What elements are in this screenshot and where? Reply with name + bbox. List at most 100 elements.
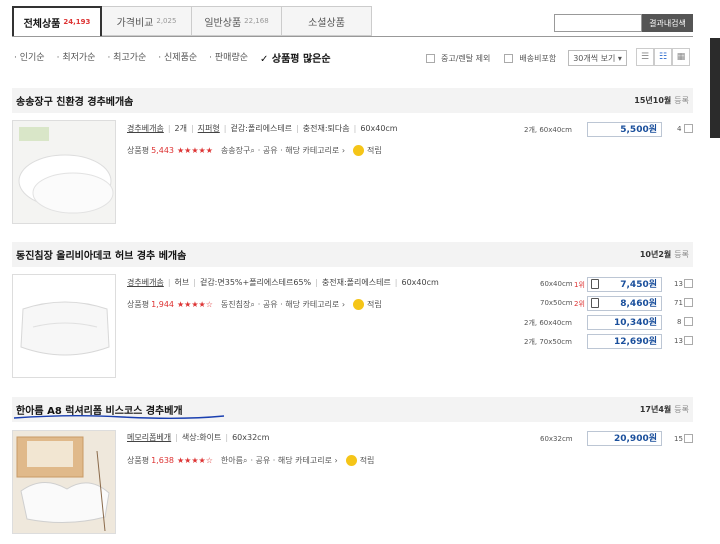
used-exclude-label: 중고/렌탈 제외 <box>441 53 491 63</box>
review-count[interactable]: 5,443 <box>151 146 174 155</box>
product-specs: 메모리폼베개 | 색상:화이트 | 60x32cm <box>127 433 270 442</box>
price-option: 2개, 60x40cm <box>524 126 572 134</box>
product-thumbnail[interactable] <box>12 274 116 378</box>
search-icon[interactable]: ⌕ <box>243 456 247 466</box>
spec: 60x40cm <box>360 124 398 133</box>
product-title[interactable]: 동진침장 올리비아데코 허브 경추 베개솜 <box>16 247 186 262</box>
product-header: 동진침장 올리비아데코 허브 경추 베개솜 10년2월 등록 <box>12 242 693 267</box>
star-rating: ★★★★☆ <box>177 456 213 465</box>
product-review-row: 상품평 1,638 ★★★★☆ 한아름 ⌕ · 공유 · 해당 카테고리로 › 적립 <box>127 455 374 466</box>
spec: 허브 <box>174 278 190 287</box>
price-option: 2개, 70x50cm <box>524 338 572 346</box>
review-count[interactable]: 1,944 <box>151 300 174 309</box>
point-icon <box>353 145 365 156</box>
product-date: 15년10월 등록 <box>634 96 689 105</box>
used-exclude-checkbox[interactable] <box>426 53 435 63</box>
compare-checkbox[interactable] <box>684 124 693 133</box>
sort-highest[interactable]: · 최고가순 <box>107 50 146 65</box>
grid-view-icon[interactable]: ▦ <box>672 48 690 66</box>
side-banner-edge <box>710 0 720 240</box>
search-input[interactable] <box>554 14 642 32</box>
product-thumbnail[interactable] <box>12 120 116 224</box>
seller-count: 15 <box>674 435 683 443</box>
detail-list-view-icon[interactable]: ☷ <box>654 48 672 66</box>
point-icon <box>345 455 357 466</box>
seller-count: 13 <box>674 337 683 345</box>
price-box[interactable]: 8,460원 <box>587 296 662 311</box>
search-icon[interactable]: ⌕ <box>250 300 254 310</box>
search-icon[interactable]: ⌕ <box>250 146 254 156</box>
point-label: 적립 <box>367 146 382 155</box>
category-tabs: 전체상품 24,193 가격비교 2,025 일반상품 22,168 소셜상품 <box>12 6 372 36</box>
product-thumbnail[interactable] <box>12 430 116 534</box>
price-box[interactable]: 5,500원 <box>587 122 662 137</box>
price-box[interactable]: 7,450원 <box>587 277 662 292</box>
spec: 겉감:면35%+폴리에스테르65% <box>199 278 312 287</box>
seller-count: 8 <box>677 318 682 326</box>
point-label: 적립 <box>367 300 382 309</box>
compare-checkbox[interactable] <box>684 434 693 443</box>
per-page-select[interactable]: 30개씩 보기 ▾ <box>568 50 627 66</box>
tab-social[interactable]: 소셜상품 <box>282 6 372 36</box>
shipping-include-checkbox[interactable] <box>504 53 514 63</box>
compare-checkbox[interactable] <box>684 317 693 326</box>
pillow-image <box>13 431 115 533</box>
product-date: 10년2월 등록 <box>639 250 689 259</box>
tab-all[interactable]: 전체상품 24,193 <box>12 6 102 36</box>
price-box[interactable]: 10,340원 <box>587 315 662 330</box>
tab-compare[interactable]: 가격비교 2,025 <box>102 6 192 36</box>
sort-sales[interactable]: · 판매량순 <box>209 50 248 65</box>
point-icon <box>353 299 365 310</box>
tab-general[interactable]: 일반상품 22,168 <box>192 6 282 36</box>
spec: 충전재:퇴다솜 <box>302 124 350 133</box>
price-box[interactable]: 12,690원 <box>587 334 662 349</box>
star-rating: ★★★★☆ <box>177 300 213 309</box>
pillow-image <box>13 275 115 377</box>
tab-count: 24,193 <box>63 18 91 26</box>
spec-link[interactable]: 지퍼형 <box>198 124 220 133</box>
product-specs: 경추베개솜 | 2개 | 지퍼형 | 겉감:폴리에스테르 | 충전재:퇴다솜 | 60x40cm <box>127 124 398 133</box>
sort-reviews[interactable]: ✓ 상품평 많은순 <box>260 50 331 65</box>
spec: 2개 <box>174 124 187 133</box>
list-options: 중고/렌탈 제외 배송비포함 30개씩 보기 ▾ <box>426 50 627 66</box>
tab-count: 2,025 <box>156 17 177 25</box>
sort-newest[interactable]: · 신제품순 <box>158 50 197 65</box>
spec: 60x32cm <box>232 433 270 442</box>
compare-checkbox[interactable] <box>684 298 693 307</box>
tab-label: 가격비교 <box>116 17 154 29</box>
sort-options: · 인기순 · 최저가순 · 최고가순 · 신제품순 · 판매량순 ✓ 상품평 … <box>14 50 331 65</box>
list-view-icon[interactable]: ☰ <box>636 48 654 66</box>
product-header: 송송장구 친환경 경추베개솜 15년10월 등록 <box>12 88 693 113</box>
tab-label: 소셜상품 <box>308 17 345 29</box>
price-rank: 1위 <box>574 281 585 289</box>
product-title[interactable]: 송송장구 친환경 경추베개솜 <box>16 93 133 108</box>
star-rating: ★★★★★ <box>177 146 213 155</box>
review-count[interactable]: 1,638 <box>151 456 174 465</box>
shipping-include-label: 배송비포함 <box>519 53 557 63</box>
product-date: 17년4월 등록 <box>639 405 689 414</box>
sort-lowest[interactable]: · 최저가순 <box>57 50 96 65</box>
spec-category[interactable]: 경추베개솜 <box>127 124 164 133</box>
spec: 겉감:폴리에스테르 <box>230 124 293 133</box>
price-option: 70x50cm <box>540 299 573 307</box>
product-actions[interactable]: · 공유 · 해당 카테고리로 › <box>258 145 345 156</box>
maker-link[interactable]: 한아름 <box>221 455 243 466</box>
point-label: 적립 <box>359 456 375 465</box>
compare-checkbox[interactable] <box>684 279 693 288</box>
maker-link[interactable]: 동진침장 <box>221 299 250 310</box>
product-actions[interactable]: · 공유 · 해당 카테고리로 › <box>250 455 337 466</box>
compare-checkbox[interactable] <box>684 336 693 345</box>
seller-count: 4 <box>677 125 682 133</box>
seller-count: 71 <box>674 299 683 307</box>
sort-popular[interactable]: · 인기순 <box>14 50 45 65</box>
seller-count: 13 <box>674 280 683 288</box>
review-label: 상품평 <box>127 456 150 465</box>
price-box[interactable]: 20,900원 <box>587 431 662 446</box>
maker-link[interactable]: 송송장구 <box>221 145 250 156</box>
price-option: 60x40cm <box>540 280 573 288</box>
spec-category[interactable]: 메모리폼베개 <box>127 433 171 442</box>
product-review-row: 상품평 1,944 ★★★★☆ 동진침장 ⌕ · 공유 · 해당 카테고리로 › 적립 <box>127 299 382 310</box>
spec-category[interactable]: 경추베개솜 <box>127 278 164 287</box>
product-actions[interactable]: · 공유 · 해당 카테고리로 › <box>258 299 345 310</box>
search-in-results-button[interactable]: 결과내검색 <box>642 14 693 32</box>
